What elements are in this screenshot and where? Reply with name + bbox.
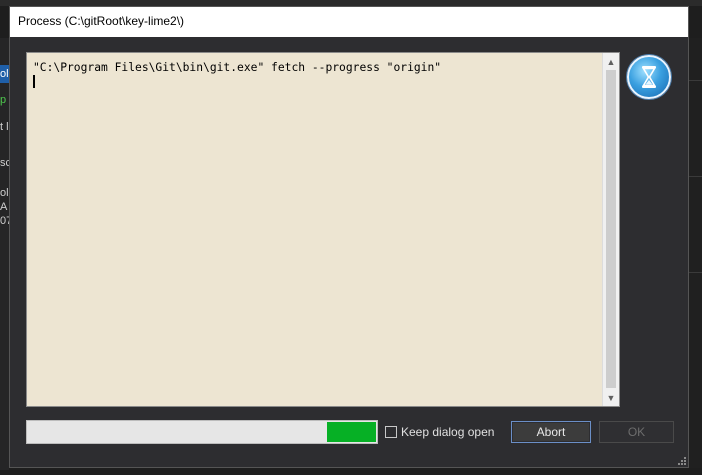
resize-grip-icon[interactable] — [677, 456, 687, 466]
background-text-fragment: t l — [0, 121, 9, 133]
scrollbar-thumb[interactable] — [606, 70, 616, 388]
keep-dialog-open-option[interactable]: Keep dialog open — [385, 425, 494, 439]
progress-bar — [26, 420, 378, 444]
keep-dialog-open-label[interactable]: Keep dialog open — [401, 425, 494, 439]
background-text-fragment: 07 — [0, 215, 9, 227]
background-window-right — [689, 38, 702, 468]
scroll-down-arrow-icon[interactable]: ▼ — [603, 389, 619, 406]
dialog-title: Process (C:\gitRoot\key-lime2\) — [18, 14, 185, 28]
background-text-fragment: ol — [0, 65, 9, 83]
background-divider — [689, 80, 702, 81]
console-scrollbar[interactable]: ▲ ▼ — [602, 53, 619, 406]
abort-button[interactable]: Abort — [511, 421, 591, 443]
background-divider — [689, 176, 702, 177]
hourglass-icon — [627, 55, 671, 99]
background-text-fragment: ol — [0, 187, 9, 199]
dialog-titlebar[interactable]: Process (C:\gitRoot\key-lime2\) — [10, 7, 688, 37]
keep-dialog-open-checkbox[interactable] — [385, 426, 397, 438]
progress-bar-fill — [327, 422, 376, 442]
console-command-line: "C:\Program Files\Git\bin\git.exe" fetch… — [33, 61, 442, 74]
background-divider — [689, 272, 702, 273]
background-text-fragment: p — [0, 94, 7, 106]
scroll-up-arrow-icon[interactable]: ▲ — [603, 53, 619, 70]
ok-button[interactable]: OK — [599, 421, 674, 443]
process-dialog: Process (C:\gitRoot\key-lime2\) "C:\Prog… — [9, 6, 689, 468]
background-text-fragment: A — [0, 201, 8, 213]
process-output-console[interactable]: "C:\Program Files\Git\bin\git.exe" fetch… — [26, 52, 620, 407]
background-text-fragment: sc — [0, 157, 9, 169]
text-caret — [33, 75, 35, 88]
